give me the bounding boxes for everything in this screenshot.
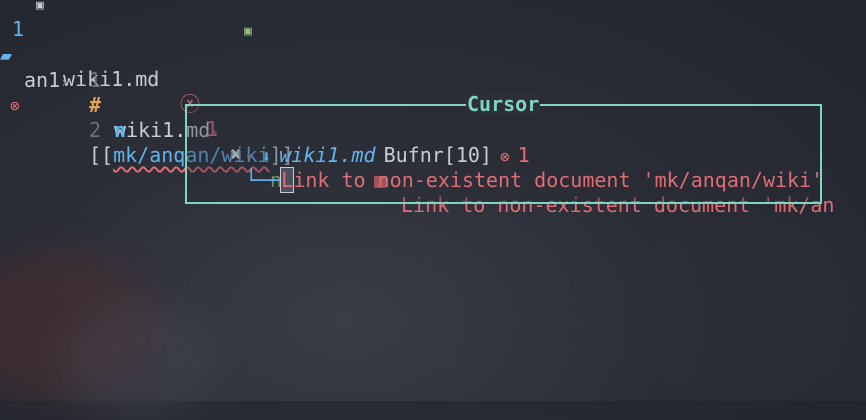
editor-line[interactable]: ⊗ 2 [[mk/anqan/wiki]] ■ Link to non-exis… xyxy=(0,68,866,217)
breadcrumb: ▰ an1› ⬇ wiki1.md› ▣ n xyxy=(0,18,282,192)
text-cursor: L xyxy=(280,167,295,193)
float-title: Cursor xyxy=(466,92,541,116)
tree-branch-icon: └── xyxy=(245,168,282,192)
section-icon: ▣ xyxy=(244,24,252,39)
error-sign-icon[interactable]: ⊗ xyxy=(10,93,20,118)
heading-text: n xyxy=(114,118,127,142)
heading-marker: # xyxy=(89,93,102,117)
diagnostic-message[interactable]: ink to non-existent document 'mk/anqan/w… xyxy=(293,168,823,192)
diagnostic-float[interactable]: Cursor ▾ ⬇ wiki1.md Bufnr[10] ⊗ 1 └──Link to … xyxy=(185,93,823,204)
markdown-icon: ▣ xyxy=(36,0,44,13)
float-diagnostic-row[interactable]: └──Link to non-existent document 'mk/anq… xyxy=(197,143,823,218)
line-number: 2 xyxy=(89,118,102,142)
tabline: 1 ▣ wiki1.md ⓧ 1 ✖ xyxy=(0,0,242,166)
link-open-bracket: [[ xyxy=(89,143,114,167)
editor-line[interactable]: 1 # n xyxy=(0,43,866,142)
